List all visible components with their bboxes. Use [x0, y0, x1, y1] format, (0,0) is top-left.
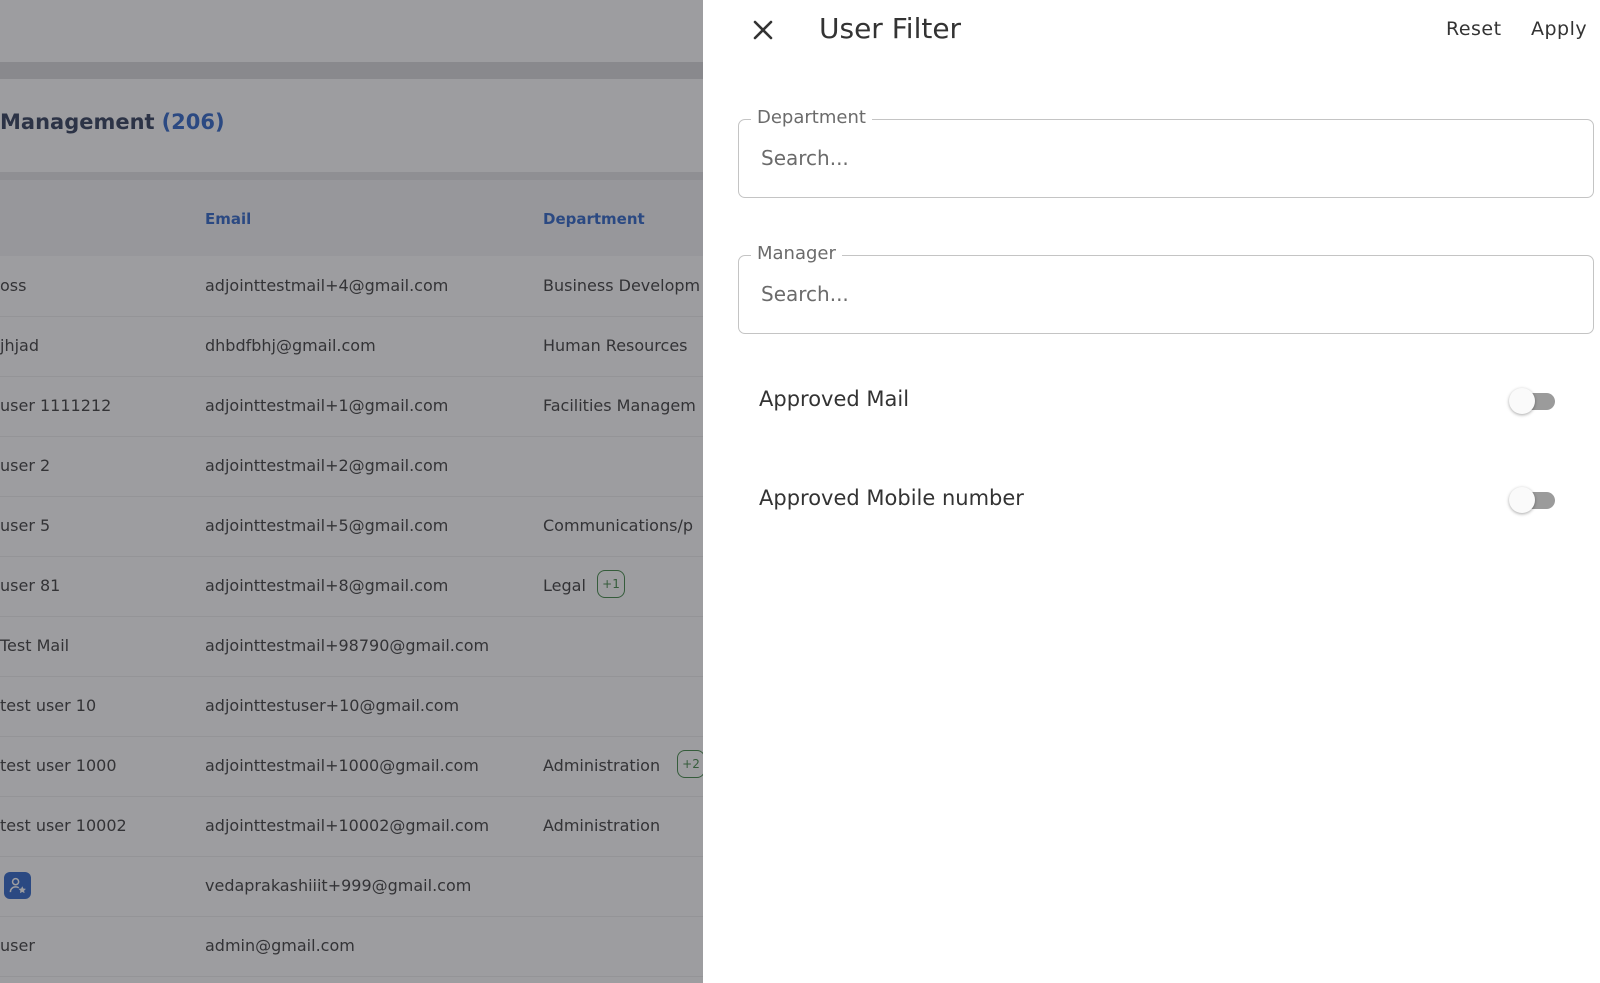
close-button[interactable] — [745, 14, 781, 50]
manager-field: Manager — [738, 243, 1594, 334]
approved-mobile-label: Approved Mobile number — [759, 486, 1024, 510]
department-search-input[interactable] — [761, 142, 1561, 174]
user-filter-drawer: User Filter Reset Apply Department Manag… — [703, 0, 1600, 983]
department-field: Department — [738, 107, 1594, 198]
manager-label: Manager — [751, 243, 842, 264]
toggle-thumb — [1509, 487, 1535, 513]
modal-backdrop[interactable] — [0, 0, 703, 983]
close-icon — [752, 19, 774, 45]
approved-mail-label: Approved Mail — [759, 387, 910, 411]
manager-search-input[interactable] — [761, 278, 1561, 310]
apply-button[interactable]: Apply — [1531, 18, 1587, 40]
approved-mail-toggle[interactable] — [1509, 388, 1557, 414]
drawer-title: User Filter — [819, 12, 962, 45]
department-label: Department — [751, 107, 872, 128]
approved-mobile-toggle[interactable] — [1509, 487, 1557, 513]
toggle-thumb — [1509, 388, 1535, 414]
reset-button[interactable]: Reset — [1446, 18, 1502, 40]
